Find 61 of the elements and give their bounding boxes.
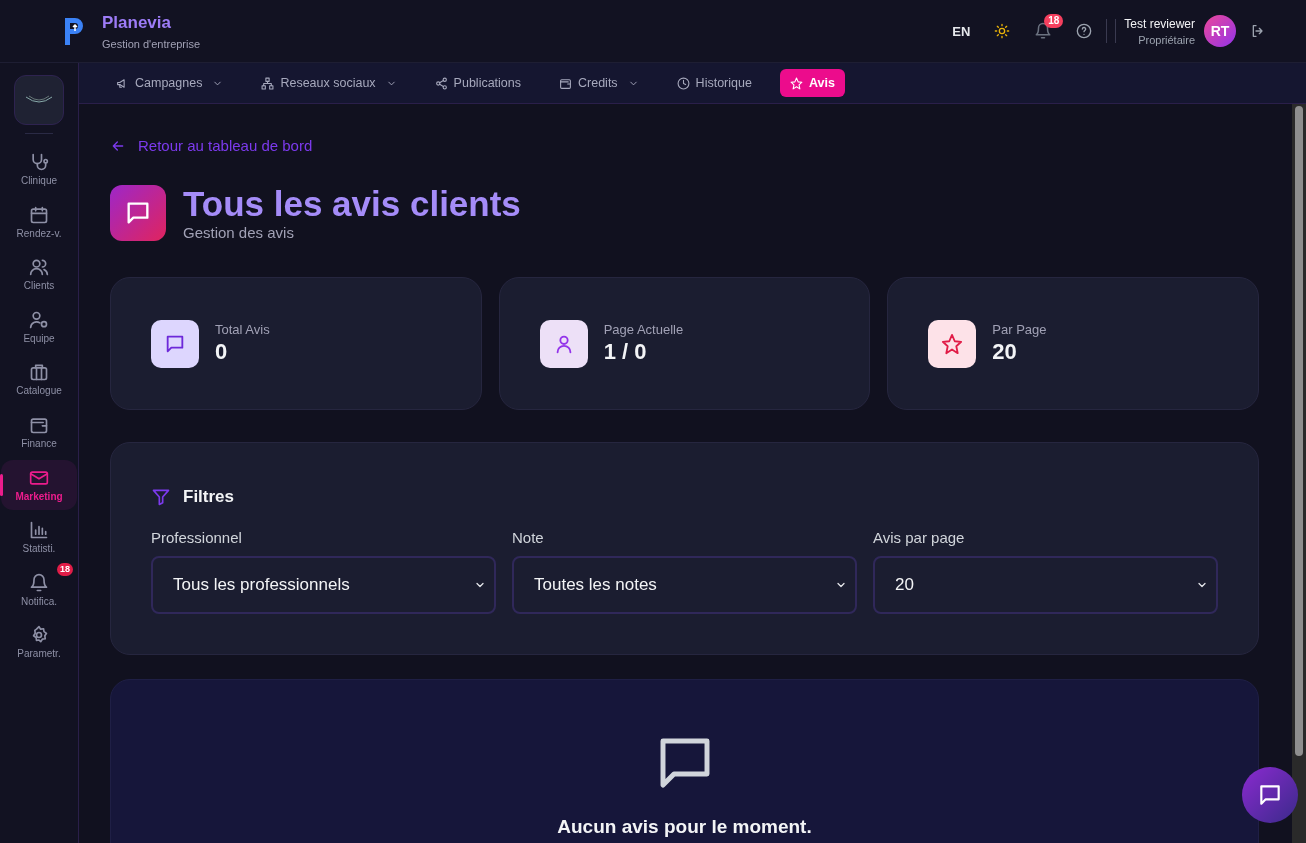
filter-icon	[151, 487, 171, 507]
user-avatar[interactable]: RT	[1204, 15, 1236, 47]
sidebar-item[interactable]: Equipe	[1, 301, 77, 352]
sun-icon	[994, 23, 1011, 39]
calendar-icon	[29, 204, 49, 225]
stat-value: 0	[215, 339, 229, 365]
sidebar-item[interactable]: Rendez-v.	[1, 196, 77, 247]
company-logo	[14, 75, 64, 125]
nav-tab[interactable]: Credits	[549, 69, 649, 97]
stat-value: 20	[992, 339, 1018, 365]
wallet-icon	[559, 76, 572, 90]
briefcase-icon	[29, 362, 49, 383]
user-gear-icon	[29, 309, 49, 330]
nav-tab[interactable]: Reseaux sociaux	[251, 69, 407, 97]
share-icon	[434, 76, 448, 90]
sidebar-item[interactable]: Clients	[1, 249, 77, 300]
select-field[interactable]: 20	[873, 556, 1218, 614]
stethoscope-icon	[29, 152, 49, 172]
field-label: Note	[512, 529, 545, 546]
select-field[interactable]: Toutes les notes	[512, 556, 857, 614]
star-icon	[941, 332, 964, 355]
empty-message: Aucun avis pour le moment.	[557, 816, 812, 838]
chat-icon	[1257, 782, 1283, 808]
sidebar-item[interactable]: Catalogue	[1, 354, 77, 405]
nav-tab[interactable]: Publications	[424, 69, 531, 97]
user-name: Test reviewer	[1124, 16, 1195, 31]
sidebar-item[interactable]: Clinique	[1, 144, 77, 194]
sidebar-item[interactable]: Statisti.	[1, 512, 77, 563]
stat-label: Par Page	[992, 322, 1047, 337]
app-name: Planevia	[102, 12, 172, 33]
clock-icon	[676, 76, 690, 90]
network-icon	[261, 76, 275, 90]
nav-tab[interactable]: Historique	[666, 69, 762, 97]
nav-tab[interactable]: Avis	[779, 69, 845, 97]
field-label: Avis par page	[873, 529, 966, 546]
language-button[interactable]: EN	[952, 23, 971, 39]
users-icon	[29, 257, 49, 278]
stat-value: 1 / 0	[603, 339, 648, 365]
sidebar-item[interactable]: Parametr.	[1, 617, 77, 668]
scrollbar[interactable]	[1295, 106, 1303, 756]
notification-badge: 18	[57, 562, 73, 576]
sidebar-item[interactable]: Notifica. 18	[1, 564, 77, 615]
sidebar-item[interactable]: Marketing	[1, 459, 77, 510]
help-icon	[1076, 23, 1093, 39]
notification-badge: 18	[1044, 14, 1064, 28]
sidebar-item[interactable]: Finance	[1, 406, 77, 457]
star-icon	[789, 76, 803, 90]
app-subtitle: Gestion d'entreprise	[102, 37, 201, 50]
page-subtitle: Gestion des avis	[183, 223, 295, 241]
user-role: Propriétaire	[1137, 33, 1195, 46]
back-link[interactable]: Retour au tableau de bord	[110, 137, 1259, 154]
stat-label: Page Actuelle	[603, 322, 684, 337]
bar-chart-icon	[29, 520, 49, 541]
select-field[interactable]: Tous les professionnels	[151, 556, 496, 614]
stat-label: Total Avis	[215, 322, 270, 337]
field-label: Professionnel	[151, 529, 243, 546]
bell-icon	[1034, 22, 1053, 40]
bell-icon	[29, 572, 49, 593]
page-title: Tous les avis clients	[183, 185, 521, 224]
filter-title: Filtres	[183, 487, 235, 507]
nav-tab[interactable]: Campagnes	[106, 69, 234, 97]
